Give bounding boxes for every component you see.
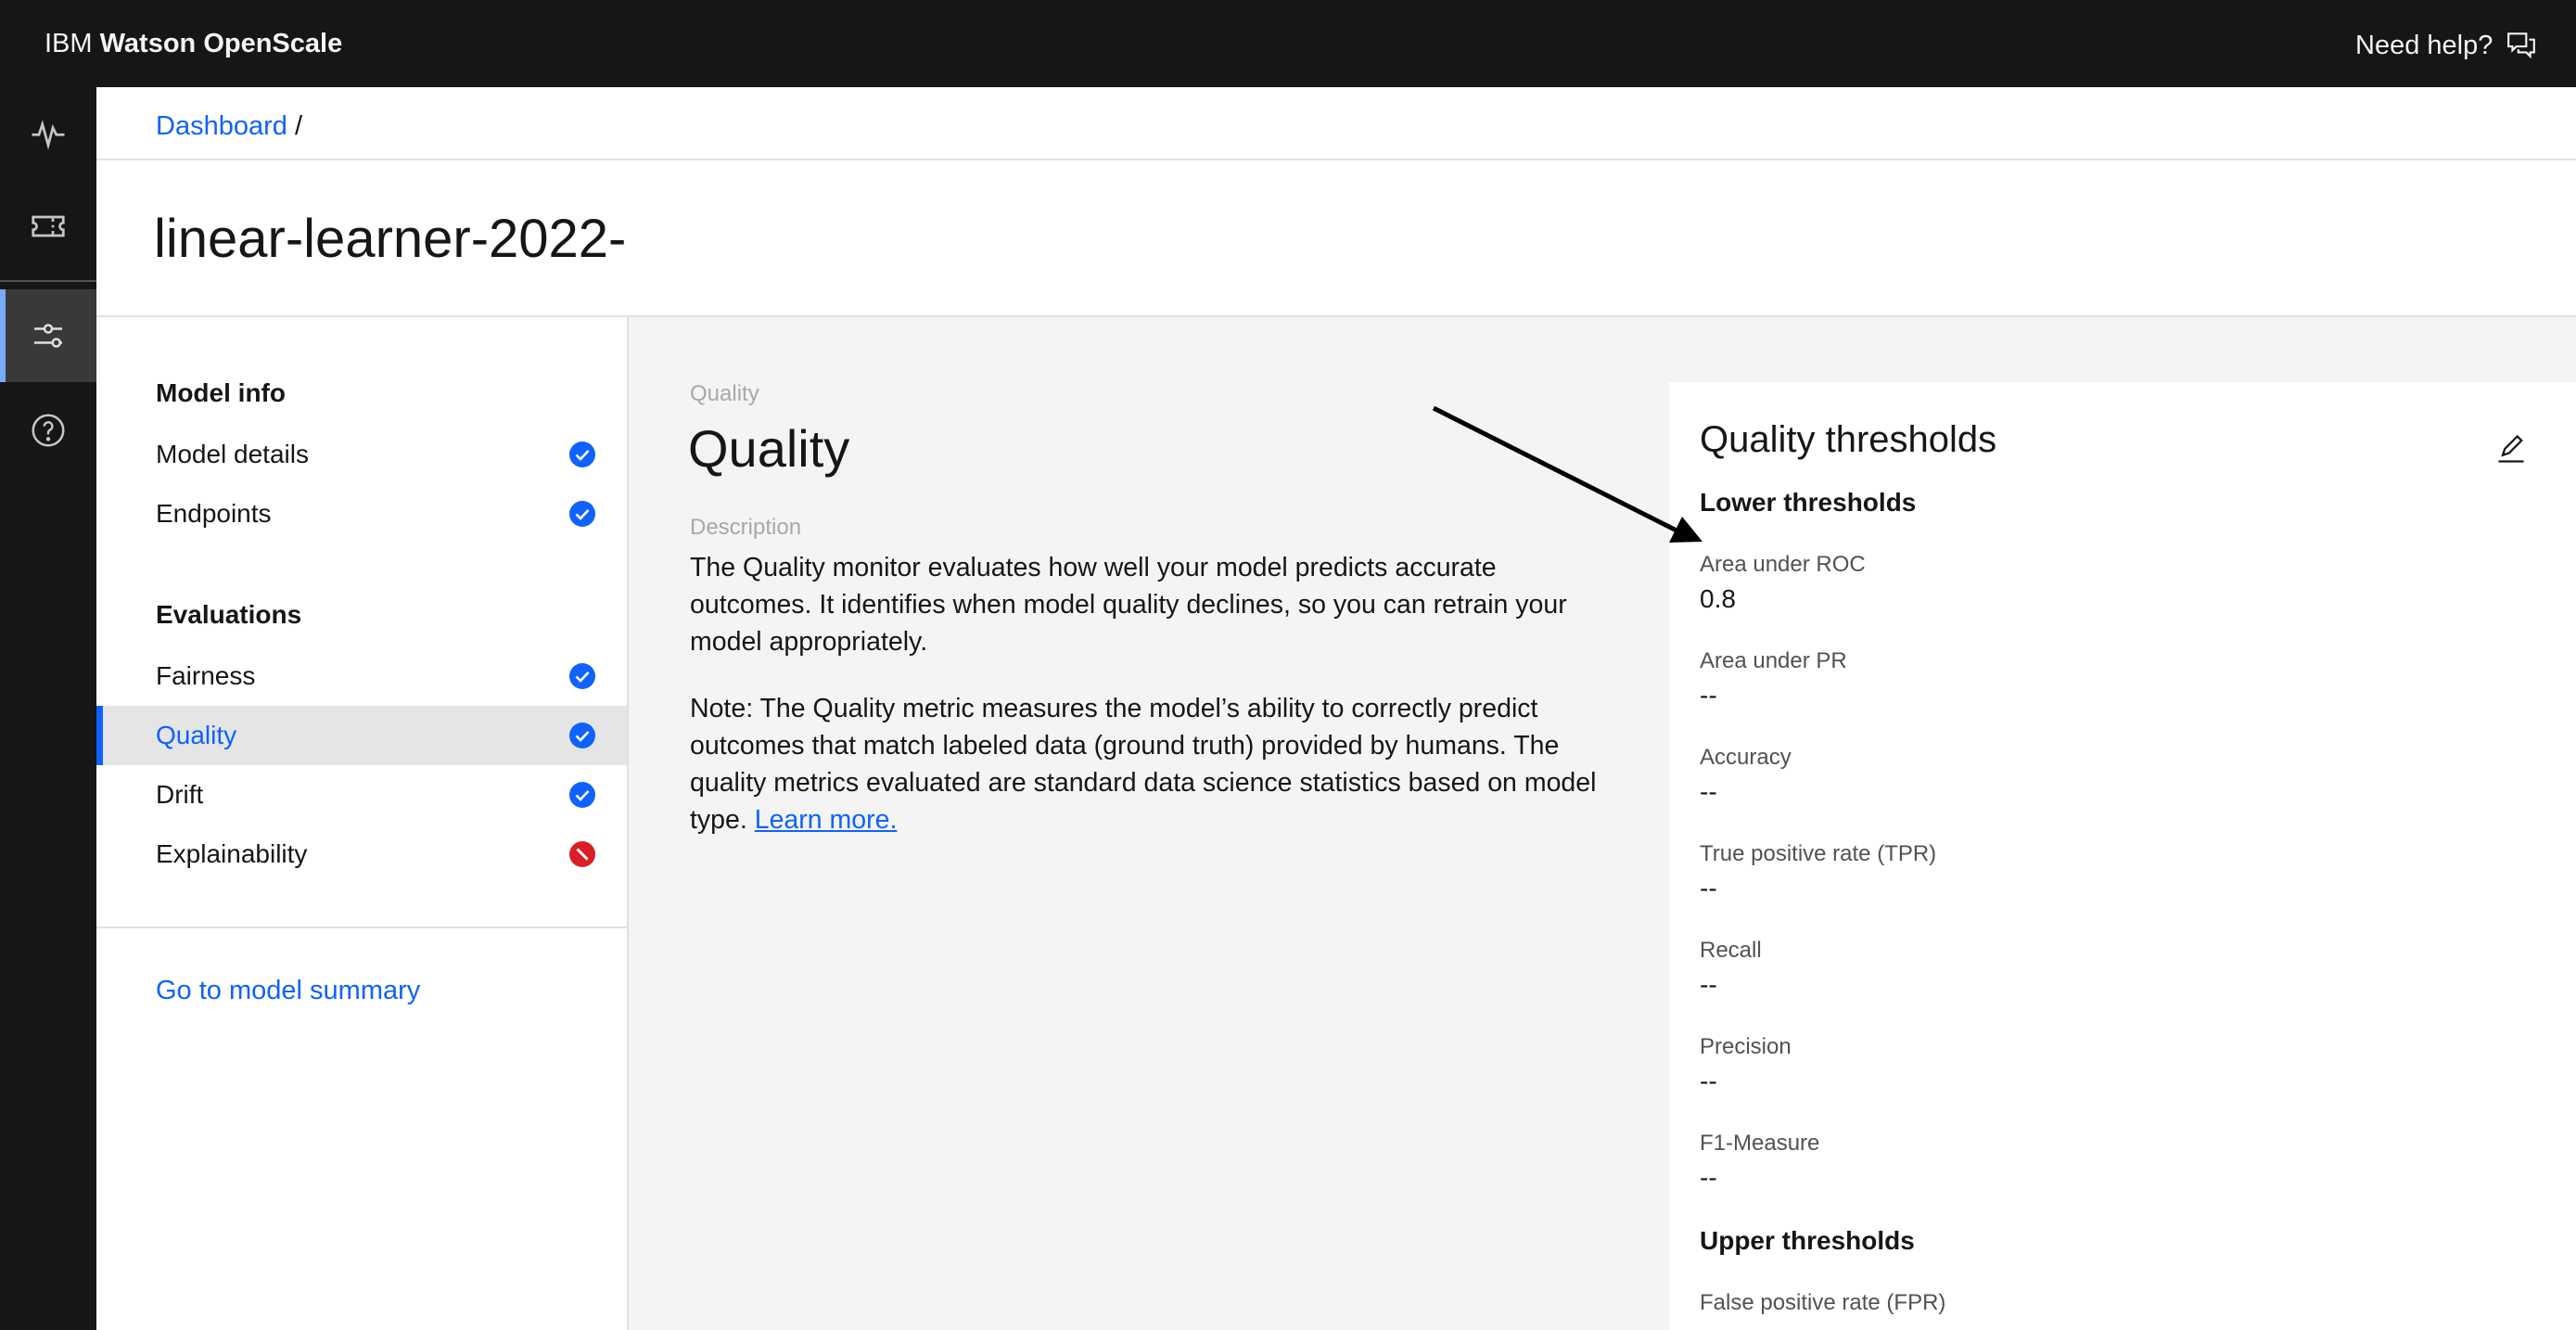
page-title: linear-learner-2022- xyxy=(154,209,627,269)
nav-item-label: Endpoints xyxy=(156,499,272,528)
nav-item-label: Quality xyxy=(156,721,237,749)
section-title: Quality xyxy=(688,419,850,478)
upper-thresholds-heading: Upper thresholds xyxy=(1700,1226,1915,1255)
activity-icon xyxy=(32,120,65,150)
nav-item-fairness[interactable]: Fairness xyxy=(96,646,627,706)
nav-divider xyxy=(96,927,627,928)
checkmark-filled-icon xyxy=(569,501,595,527)
learn-more-link[interactable]: Learn more. xyxy=(755,805,898,835)
section-eyebrow: Quality xyxy=(690,381,759,406)
metric-label: Precision xyxy=(1700,1034,1792,1059)
rail-divider xyxy=(0,280,96,282)
rail-activity-button[interactable] xyxy=(0,87,96,180)
nav-item-quality[interactable]: Quality xyxy=(96,706,627,765)
nav-item-label: Drift xyxy=(156,780,204,809)
settings-adjust-icon xyxy=(34,324,62,348)
edit-thresholds-button[interactable] xyxy=(2491,428,2531,469)
nav-item-label: Model details xyxy=(156,440,309,468)
breadcrumb-divider xyxy=(96,159,2576,160)
metric-value: -- xyxy=(1700,874,1717,902)
checkmark-filled-icon xyxy=(569,663,595,689)
edit-icon xyxy=(2498,434,2524,463)
nav-item-drift[interactable]: Drift xyxy=(96,765,627,825)
rail-configure-button[interactable] xyxy=(0,289,96,382)
breadcrumb-dashboard-link[interactable]: Dashboard xyxy=(156,111,287,141)
metric-label: Accuracy xyxy=(1700,745,1792,770)
left-rail xyxy=(0,87,96,1330)
metric-value: -- xyxy=(1700,970,1717,999)
nav-item-model-details[interactable]: Model details xyxy=(96,425,627,484)
metric-label: Area under PR xyxy=(1700,648,1847,673)
rail-help-button[interactable] xyxy=(0,384,96,477)
metric-label: Area under ROC xyxy=(1700,552,1866,577)
metric-label: Recall xyxy=(1700,938,1762,963)
breadcrumb: Dashboard / xyxy=(156,108,302,145)
checkmark-filled-icon xyxy=(569,723,595,748)
help-icon xyxy=(32,414,65,447)
metric-value: -- xyxy=(1700,1163,1717,1192)
metric-value: -- xyxy=(1700,1067,1717,1095)
metric-value: -- xyxy=(1700,681,1717,710)
lower-thresholds-heading: Lower thresholds xyxy=(1700,488,1917,517)
nav-heading-model-info: Model info xyxy=(156,378,286,407)
metric-label: True positive rate (TPR) xyxy=(1700,841,1937,866)
metric-label: False positive rate (FPR) xyxy=(1700,1290,1946,1315)
chat-icon xyxy=(2507,32,2536,59)
metric-value: 0.8 xyxy=(1700,584,1736,613)
checkmark-filled-icon xyxy=(569,782,595,808)
nav-item-explainability[interactable]: Explainability xyxy=(96,825,627,884)
top-header xyxy=(0,0,2576,87)
description-label: Description xyxy=(690,515,802,540)
description-text: The Quality monitor evaluates how well y… xyxy=(690,553,1567,657)
thresholds-title: Quality thresholds xyxy=(1700,419,1997,460)
need-help-label: Need help? xyxy=(2355,30,2493,60)
need-help-button[interactable]: Need help? xyxy=(2355,27,2537,64)
metric-label: F1-Measure xyxy=(1700,1131,1820,1156)
brand-name: Watson OpenScale xyxy=(99,29,343,58)
nav-item-label: Fairness xyxy=(156,661,256,690)
metric-value: -- xyxy=(1700,777,1717,806)
nav-item-label: Explainability xyxy=(156,839,308,868)
checkmark-filled-icon xyxy=(569,441,595,467)
brand-prefix: IBM xyxy=(45,29,93,58)
breadcrumb-separator: / xyxy=(294,111,302,141)
note-text: Note: The Quality metric measures the mo… xyxy=(690,690,1617,838)
app-brand[interactable]: IBM Watson OpenScale xyxy=(45,26,342,61)
nav-heading-evaluations: Evaluations xyxy=(156,600,302,629)
go-to-model-summary-link[interactable]: Go to model summary xyxy=(156,972,420,1009)
nav-item-endpoints[interactable]: Endpoints xyxy=(96,484,627,544)
misuse-error-icon xyxy=(569,841,595,867)
rail-ticket-button[interactable] xyxy=(0,180,96,273)
ticket-icon xyxy=(32,215,65,237)
